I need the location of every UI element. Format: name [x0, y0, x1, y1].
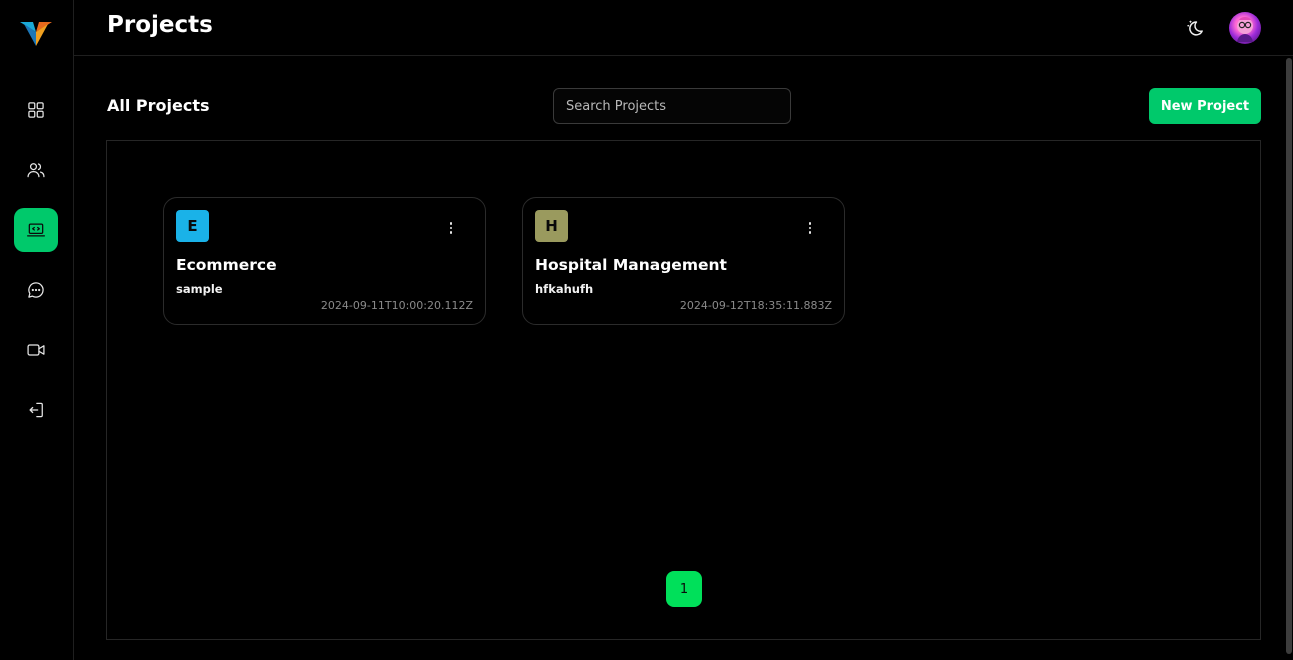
- sidebar-item-users[interactable]: [14, 148, 58, 192]
- sidebar-item-projects[interactable]: [14, 208, 58, 252]
- project-created-date: 2024-09-12T18:35:11.883Z: [679, 299, 832, 312]
- pagination-page-button[interactable]: 1: [666, 571, 702, 607]
- scrollbar[interactable]: [1285, 56, 1293, 660]
- project-card[interactable]: E Ecommerce sample 2024-09-11T10:00:20.1…: [163, 197, 486, 325]
- sidebar-item-video[interactable]: [14, 328, 58, 372]
- user-avatar[interactable]: [1229, 12, 1261, 44]
- project-card[interactable]: H Hospital Management hfkahufh 2024-09-1…: [522, 197, 845, 325]
- more-vertical-icon[interactable]: [806, 220, 814, 236]
- top-bar: Projects: [74, 0, 1293, 56]
- search-input[interactable]: [553, 88, 791, 124]
- section-title: All Projects: [107, 96, 210, 115]
- sidebar-item-dashboard[interactable]: [14, 88, 58, 132]
- project-initial-badge: H: [535, 210, 568, 242]
- sidebar-item-chat[interactable]: [14, 268, 58, 312]
- chat-bubble-icon: [28, 282, 44, 298]
- page-title: Projects: [107, 12, 213, 38]
- project-description: sample: [176, 282, 223, 296]
- avatar-image: [1237, 17, 1253, 42]
- moon-stars-icon: [1187, 20, 1203, 36]
- project-name: Ecommerce: [176, 256, 277, 274]
- sidebar-item-logout[interactable]: [14, 388, 58, 432]
- new-project-button[interactable]: New Project: [1149, 88, 1261, 124]
- scrollbar-thumb[interactable]: [1286, 58, 1292, 654]
- app-logo[interactable]: [20, 18, 52, 48]
- users-icon: [27, 163, 45, 178]
- sidebar: [0, 0, 74, 660]
- logout-icon: [29, 402, 43, 418]
- more-vertical-icon[interactable]: [447, 220, 455, 236]
- project-initial-badge: E: [176, 210, 209, 242]
- theme-toggle-button[interactable]: [1185, 17, 1207, 39]
- laptop-code-icon: [27, 223, 45, 237]
- project-created-date: 2024-09-11T10:00:20.112Z: [320, 299, 473, 312]
- project-description: hfkahufh: [535, 282, 594, 296]
- project-name: Hospital Management: [535, 256, 727, 274]
- video-camera-icon: [27, 344, 45, 356]
- dashboard-grid-icon: [28, 102, 44, 118]
